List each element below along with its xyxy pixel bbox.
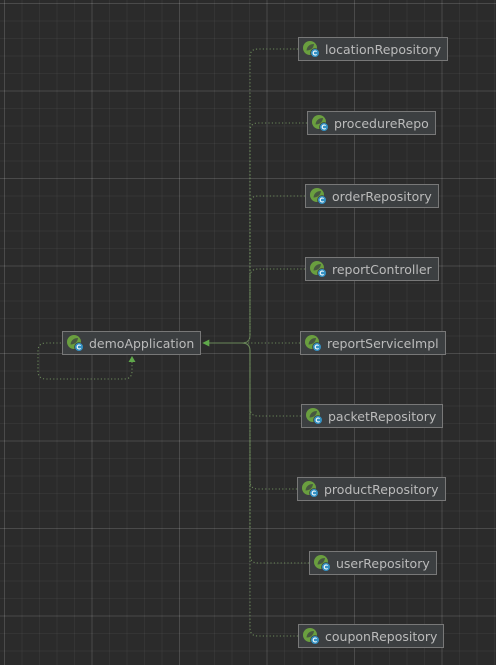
spring-bean-icon <box>67 335 84 352</box>
edge-couponRepository <box>207 342 298 637</box>
node-label: packetRepository <box>328 408 437 424</box>
node-label: productRepository <box>324 481 439 497</box>
node-label: couponRepository <box>325 628 438 644</box>
node-label: reportController <box>332 261 432 277</box>
node-reportController[interactable]: reportController <box>305 257 439 281</box>
spring-bean-icon <box>302 481 319 498</box>
spring-bean-icon <box>306 408 323 425</box>
arrowhead-icon <box>128 356 136 362</box>
spring-bean-icon <box>310 188 327 205</box>
node-label: procedureRepo <box>334 115 429 131</box>
arrowhead-icon <box>202 339 210 347</box>
node-couponRepository[interactable]: couponRepository <box>298 624 445 648</box>
node-demoApplication[interactable]: demoApplication <box>62 331 202 355</box>
diagram-canvas[interactable]: demoApplication locationRepository proce… <box>0 0 496 665</box>
spring-bean-icon <box>303 41 320 58</box>
spring-bean-icon <box>310 261 327 278</box>
node-label: userRepository <box>336 555 430 571</box>
spring-bean-icon <box>305 335 322 352</box>
node-orderRepository[interactable]: orderRepository <box>305 184 439 208</box>
node-label: demoApplication <box>89 335 195 351</box>
edge-procedureRepo <box>207 122 307 344</box>
node-locationRepository[interactable]: locationRepository <box>298 37 449 61</box>
node-reportServiceImpl[interactable]: reportServiceImpl <box>300 331 446 355</box>
edge-packetRepository <box>207 342 301 417</box>
node-label: reportServiceImpl <box>327 335 439 351</box>
node-label: locationRepository <box>325 41 442 57</box>
node-productRepository[interactable]: productRepository <box>297 477 446 501</box>
node-procedureRepo[interactable]: procedureRepo <box>307 111 436 135</box>
node-userRepository[interactable]: userRepository <box>309 551 437 575</box>
spring-bean-icon <box>303 628 320 645</box>
node-label: orderRepository <box>332 188 432 204</box>
edge-reportController <box>207 268 305 344</box>
edge-userRepository <box>207 342 309 564</box>
spring-bean-icon <box>314 555 331 572</box>
spring-bean-icon <box>312 115 329 132</box>
node-packetRepository[interactable]: packetRepository <box>301 404 444 428</box>
